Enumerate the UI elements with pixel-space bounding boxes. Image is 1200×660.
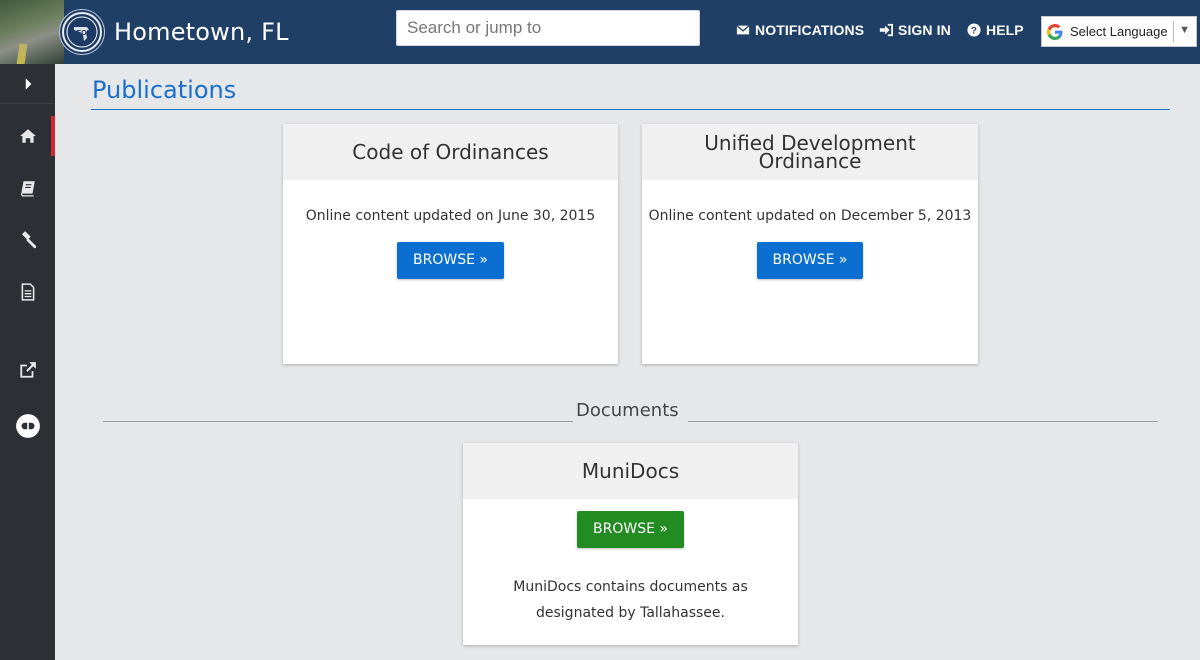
browse-button[interactable]: BROWSE » bbox=[397, 242, 504, 279]
title-divider bbox=[91, 109, 1170, 110]
search-input[interactable] bbox=[396, 10, 700, 46]
svg-text:?: ? bbox=[971, 26, 977, 37]
section-divider-right bbox=[688, 421, 1158, 422]
publication-card-code-of-ordinances: Code of Ordinances Online content update… bbox=[283, 124, 618, 364]
notifications-link[interactable]: NOTIFICATIONS bbox=[736, 22, 864, 38]
chat-icon bbox=[15, 414, 40, 438]
language-select-label: Select Language bbox=[1070, 24, 1168, 39]
help-link[interactable]: ? HELP bbox=[967, 22, 1024, 38]
site-title[interactable]: Hometown, FL bbox=[114, 18, 289, 46]
sidebar-item-gavel[interactable] bbox=[0, 220, 55, 260]
sidebar bbox=[0, 64, 55, 660]
sign-in-icon bbox=[879, 23, 893, 37]
question-circle-icon: ? bbox=[967, 23, 981, 37]
sign-in-label: SIGN IN bbox=[898, 22, 951, 38]
header-photo bbox=[0, 0, 64, 64]
browse-button[interactable]: BROWSE » bbox=[756, 242, 864, 279]
chevron-right-icon bbox=[25, 77, 31, 90]
card-title[interactable]: Unified Development Ordinance bbox=[642, 124, 978, 180]
google-g-icon bbox=[1047, 23, 1063, 40]
books-icon bbox=[20, 181, 35, 197]
home-icon bbox=[19, 129, 36, 143]
section-divider-left bbox=[103, 421, 573, 422]
site-header: LEON Hometown, FL NOTIFICATIONS SIGN IN … bbox=[0, 0, 1200, 64]
sidebar-item-documents[interactable] bbox=[0, 272, 55, 312]
notifications-label: NOTIFICATIONS bbox=[755, 22, 865, 38]
sidebar-item-books[interactable] bbox=[0, 168, 55, 208]
envelope-icon bbox=[736, 25, 750, 35]
sign-in-link[interactable]: SIGN IN bbox=[879, 22, 951, 38]
document-icon bbox=[21, 283, 34, 301]
publication-card-unified-development-ordinance: Unified Development Ordinance Online con… bbox=[642, 124, 978, 364]
sidebar-item-external-link[interactable] bbox=[0, 350, 55, 390]
page-title: Publications bbox=[92, 76, 237, 104]
sidebar-item-chat[interactable] bbox=[0, 406, 55, 446]
card-description: MuniDocs contains documents as designate… bbox=[513, 579, 748, 621]
card-title[interactable]: MuniDocs bbox=[463, 443, 798, 499]
updated-text: Online content updated on June 30, 2015 bbox=[305, 208, 596, 224]
county-seal-logo[interactable]: LEON bbox=[62, 12, 102, 52]
gavel-icon bbox=[21, 231, 36, 249]
dropdown-caret-icon: ▼ bbox=[1179, 24, 1190, 36]
document-card-munidocs: MuniDocs BROWSE » MuniDocs contains docu… bbox=[463, 443, 798, 645]
browse-button[interactable]: BROWSE » bbox=[577, 511, 684, 548]
card-title[interactable]: Code of Ordinances bbox=[283, 124, 618, 180]
language-select-divider bbox=[1173, 21, 1174, 42]
sidebar-item-home[interactable] bbox=[0, 116, 55, 156]
external-link-icon bbox=[19, 362, 36, 378]
documents-section-title: Documents bbox=[576, 400, 679, 421]
seal-text: LEON bbox=[72, 30, 91, 37]
sidebar-toggle[interactable] bbox=[0, 64, 55, 104]
language-select[interactable]: Select Language ▼ bbox=[1041, 16, 1197, 47]
seal-icon: LEON bbox=[66, 16, 98, 48]
help-label: HELP bbox=[986, 22, 1024, 38]
updated-text: Online content updated on December 5, 20… bbox=[648, 208, 972, 224]
